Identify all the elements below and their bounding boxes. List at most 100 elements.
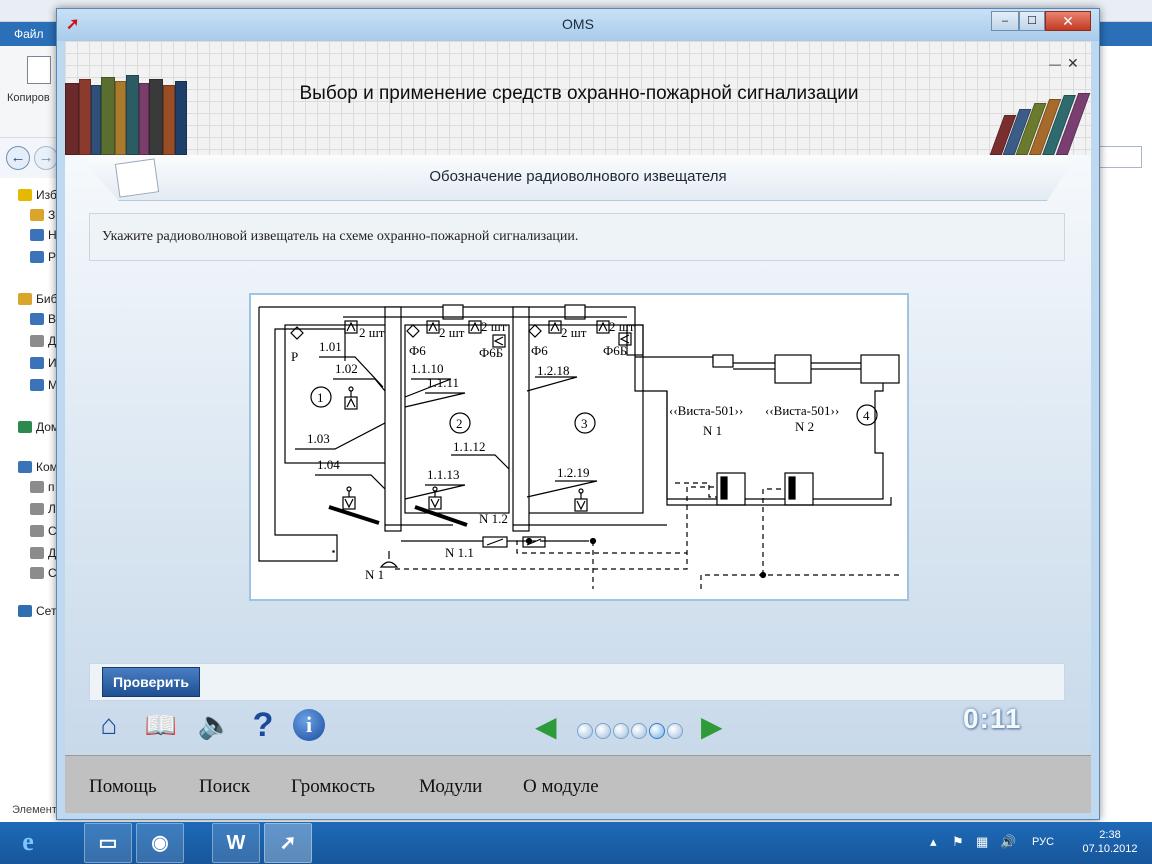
info-icon[interactable]: i (293, 709, 325, 741)
label-line-104: 1.04 (317, 457, 340, 472)
progress-dot[interactable] (667, 723, 683, 739)
chrome-icon[interactable]: ◉ (136, 823, 184, 863)
module-subtitle: Обозначение радиоволнового извещателя (429, 168, 727, 185)
label-room-2: 2 (456, 416, 463, 431)
detector-room1-low[interactable] (342, 486, 356, 510)
label-room-3: 3 (581, 416, 588, 431)
alarm-scheme-diagram: 2 шт 2 шт 2 шт 2 шт 2 шт 1.01 1.02 1.03 … (258, 304, 901, 589)
check-button[interactable]: Проверить (102, 667, 200, 697)
device-n11[interactable] (482, 536, 508, 548)
menu-item[interactable]: Помощь (89, 776, 157, 798)
label-line-1219: 1.2.19 (557, 465, 590, 480)
previous-page-icon[interactable]: ◀ (535, 713, 557, 741)
folder-icon (30, 567, 44, 579)
network-icon[interactable]: ▦ (976, 834, 988, 850)
detector-room2-low[interactable] (428, 486, 442, 510)
next-page-icon[interactable]: ▶ (701, 713, 723, 741)
detector-room3-low[interactable] (574, 488, 588, 512)
clock[interactable]: 2:38 07.10.2012 (1080, 828, 1140, 856)
sidebar-item-label: Биб (36, 292, 58, 306)
back-icon[interactable]: ← (6, 146, 30, 170)
label-vista-1: ‹‹Виста-501›› (669, 403, 743, 418)
panel-vista-n2[interactable] (784, 472, 814, 506)
label-line-1110: 1.1.10 (411, 361, 444, 376)
file-tab[interactable]: Файл (14, 27, 44, 41)
banner-close-icon[interactable]: ✕ (1067, 55, 1079, 72)
label-f6b-b: Ф6Б (603, 343, 627, 358)
alarm-scheme-panel: 2 шт 2 шт 2 шт 2 шт 2 шт 1.01 1.02 1.03 … (249, 293, 909, 601)
volume-icon[interactable]: 🔊 (1000, 834, 1016, 850)
detector-f6-a[interactable] (406, 324, 420, 338)
folder-icon (30, 481, 44, 493)
progress-dot[interactable] (613, 723, 629, 739)
explorer-sidebar: Изб З Н Р Биб В Д И М Дом Ком п Л С Д С Сеть (0, 180, 64, 820)
label-line-102: 1.02 (335, 361, 358, 376)
detector-r2-b[interactable] (468, 320, 482, 334)
banner-minimize-icon[interactable]: — (1049, 57, 1061, 71)
detector-r3-b[interactable] (596, 320, 610, 334)
language-indicator[interactable]: РУС (1032, 836, 1054, 848)
detector-r3-a[interactable] (548, 320, 562, 334)
timer: 0:11 (963, 703, 1022, 734)
detector-f6-b[interactable] (528, 324, 542, 338)
sidebar-item-label: Д (48, 334, 57, 348)
sidebar-item-label: В (48, 312, 57, 326)
sidebar-item-label: Д (48, 546, 57, 560)
label-room-1: 1 (317, 390, 324, 405)
close-button[interactable]: ✕ (1045, 11, 1091, 31)
progress-dot[interactable] (595, 723, 611, 739)
folder-icon (18, 189, 32, 201)
word-icon[interactable]: W (212, 823, 260, 863)
menu-item[interactable]: Поиск (199, 776, 250, 798)
progress-dot[interactable] (631, 723, 647, 739)
copy-icon[interactable] (27, 56, 51, 84)
menu-item[interactable]: О модуле (523, 776, 599, 798)
label-line-103: 1.03 (307, 431, 330, 446)
detector-room1-mid[interactable] (344, 386, 358, 410)
forward-icon[interactable]: → (34, 146, 58, 170)
folder-icon (18, 293, 32, 305)
progress-dot[interactable] (649, 723, 665, 739)
detector-r2-a[interactable] (426, 320, 440, 334)
speaker-icon[interactable]: 🔈 (197, 707, 233, 743)
file-explorer-icon[interactable]: ▭ (84, 823, 132, 863)
folder-icon (30, 525, 44, 537)
bottom-menu-bar: Помощь Поиск Громкость Модули О модуле (65, 755, 1091, 813)
label-n1: N 1 (365, 567, 384, 582)
folder-icon (18, 461, 32, 473)
label-r1-count: 2 шт (359, 325, 385, 340)
label-panel-n2: N 2 (795, 419, 814, 434)
oms-titlebar[interactable]: ➚ OMS ‒ ☐ ✕ (57, 9, 1099, 41)
menu-item[interactable]: Модули (419, 776, 482, 798)
home-icon[interactable]: ⌂ (91, 707, 127, 743)
flag-icon[interactable]: ⚑ (952, 834, 964, 850)
book-icon[interactable]: 📖 (143, 707, 179, 743)
progress-dot[interactable] (577, 723, 593, 739)
sidebar-item-label: п (48, 480, 55, 494)
label-f6-a: Ф6 (409, 343, 426, 358)
clock-time: 2:38 (1099, 829, 1121, 841)
label-line-1218: 1.2.18 (537, 363, 570, 378)
folder-icon (30, 335, 44, 347)
label-r2-count: 2 шт (439, 325, 465, 340)
sidebar-item-label: Р (48, 250, 57, 264)
label-r2-count-b: 2 шт (481, 319, 507, 334)
chevron-up-icon[interactable]: ▴ (930, 834, 937, 850)
menu-item[interactable]: Громкость (291, 776, 375, 798)
label-r3-count: 2 шт (561, 325, 587, 340)
copy-button-label[interactable]: Копиров (7, 92, 50, 104)
minimize-button[interactable]: ‒ (991, 11, 1019, 31)
maximize-button[interactable]: ☐ (1019, 11, 1045, 31)
explorer-search-input[interactable] (1096, 146, 1142, 168)
label-room-4: 4 (863, 408, 870, 423)
panel-vista-n1[interactable] (716, 472, 746, 506)
label-vista-2: ‹‹Виста-501›› (765, 403, 839, 418)
sidebar-item-label: З (48, 208, 56, 222)
banner: Выбор и применение средств охранно-пожар… (65, 41, 1091, 155)
device-n1[interactable] (379, 551, 399, 568)
help-icon[interactable]: ? (245, 707, 281, 743)
oms-app-icon[interactable]: ➚ (264, 823, 312, 863)
internet-explorer-icon[interactable]: e (4, 823, 52, 863)
label-panel-n1: N 1 (703, 423, 722, 438)
label-line-1112: 1.1.12 (453, 439, 486, 454)
